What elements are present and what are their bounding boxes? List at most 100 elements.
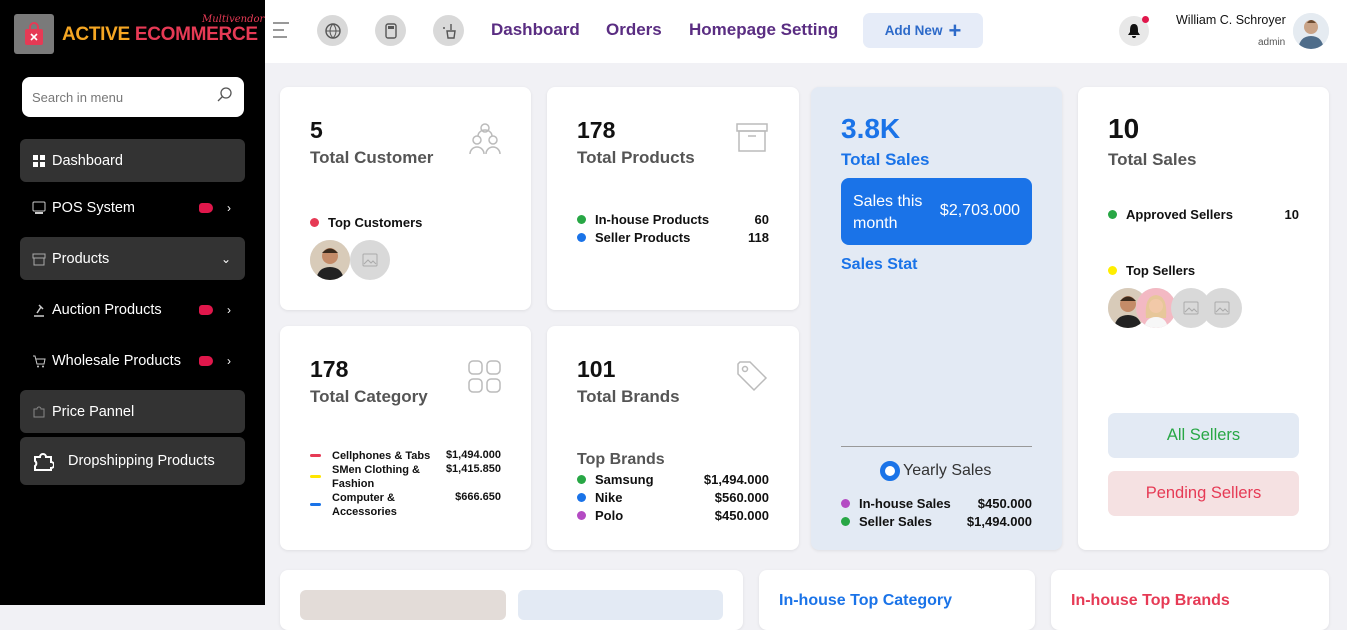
- sidebar-item-pos-system[interactable]: POS System ›: [20, 186, 245, 229]
- list-item-value: $450.000: [977, 496, 1032, 511]
- sales-month-label: Sales this month: [853, 193, 923, 232]
- sidebar-item-label: Dashboard: [52, 152, 123, 169]
- sidebar-item-auction-products[interactable]: Auction Products ›: [20, 288, 245, 331]
- legend-dash: [310, 454, 321, 457]
- sellers-card: 10 Total Sales Approved Sellers 10 Top S…: [1078, 87, 1329, 550]
- list-item-value: 60: [754, 212, 769, 227]
- hamburger-menu-icon[interactable]: [273, 22, 289, 43]
- legend-dash: [310, 503, 321, 506]
- plugin-badge: [199, 202, 213, 213]
- sales-total: 3.8K: [841, 113, 901, 144]
- user-name[interactable]: William C. Schroyer: [1176, 13, 1286, 27]
- pending-sellers-button[interactable]: Pending Sellers: [1108, 471, 1299, 516]
- list-item: In-house Sales: [841, 496, 951, 511]
- list-item: Approved Sellers: [1108, 207, 1233, 222]
- total-sales-card: 3.8K Total Sales Sales this month $2,703…: [811, 87, 1062, 550]
- pos-icon: [32, 201, 46, 215]
- brand-label: Total Brands: [577, 387, 680, 406]
- total-products-card: 178 Total Products In-house Products 60 …: [547, 87, 799, 310]
- sidebar-item-label: Price Pannel: [52, 403, 135, 420]
- cart-icon: [32, 354, 46, 368]
- list-item-value: $1,494.000: [966, 514, 1032, 529]
- sidebar-item-dropshipping-products[interactable]: Dropshipping Products: [20, 437, 245, 485]
- seller-avatar[interactable]: [1136, 288, 1176, 328]
- brand-logo[interactable]: ACTIVE ECOMMERCE Multivendor: [14, 14, 264, 54]
- list-item-value: $666.650: [455, 491, 501, 503]
- sidebar-item-label: POS System: [52, 199, 135, 216]
- list-item: Seller Products: [577, 230, 690, 245]
- list-item: Computer & Accessories: [332, 492, 397, 518]
- list-item-value: 10: [1284, 207, 1299, 222]
- archive-box-icon: [736, 123, 770, 158]
- inhouse-top-brands-card: In-house Top Brands: [1051, 570, 1329, 630]
- list-item: In-house Products: [577, 212, 709, 227]
- clear-cache-icon[interactable]: [433, 15, 464, 46]
- chevron-down-icon[interactable]: ⌄: [221, 252, 231, 266]
- brand-count: 101: [577, 356, 616, 382]
- tab-button[interactable]: [518, 590, 723, 620]
- product-count: 178: [577, 117, 616, 143]
- search-input[interactable]: [32, 89, 202, 105]
- total-category-card: 178 Total Category Cellphones & Tabs $1,…: [280, 326, 531, 550]
- category-count: 178: [310, 356, 349, 382]
- list-item: Nike: [577, 490, 622, 505]
- list-item-value: $1,494.000: [703, 472, 769, 487]
- sales-month-value: $2,703.000: [939, 202, 1020, 219]
- nav-dashboard[interactable]: Dashboard: [491, 20, 580, 40]
- divider: [841, 446, 1032, 447]
- sales-label: Total Sales: [841, 150, 930, 169]
- categories-grid-icon: [468, 360, 502, 399]
- inhouse-top-category-card: In-house Top Category: [759, 570, 1035, 630]
- puzzle-icon: [32, 450, 54, 472]
- card-title: In-house Top Category: [779, 592, 953, 609]
- category-label: Total Category: [310, 387, 428, 406]
- list-item: SMen Clothing & Fashion: [332, 464, 420, 490]
- grid-icon: [32, 154, 46, 168]
- avatar[interactable]: [1293, 13, 1329, 49]
- box-icon: [32, 252, 46, 266]
- customer-label: Total Customer: [310, 148, 434, 167]
- brand-name: ACTIVE ECOMMERCE: [62, 24, 258, 45]
- sidebar-item-wholesale-products[interactable]: Wholesale Products ›: [20, 339, 245, 382]
- product-label: Total Products: [577, 148, 695, 167]
- customer-avatar[interactable]: [310, 240, 350, 280]
- total-brands-card: 101 Total Brands Top Brands Samsung $1,4…: [547, 326, 799, 550]
- chevron-right-icon[interactable]: ›: [227, 354, 231, 368]
- shop-bag-icon: [14, 14, 54, 54]
- sidebar-item-products[interactable]: Products ⌄: [20, 237, 245, 280]
- sidebar-item-label: Wholesale Products: [52, 352, 181, 369]
- search-icon[interactable]: [216, 86, 234, 109]
- menu-search[interactable]: [22, 77, 244, 117]
- placeholder-image-icon[interactable]: [1202, 288, 1242, 328]
- pos-terminal-icon[interactable]: [375, 15, 406, 46]
- list-item-value: $1,415.850: [445, 463, 501, 475]
- list-item: Samsung: [577, 472, 654, 487]
- chevron-right-icon[interactable]: ›: [227, 201, 231, 215]
- chevron-right-icon[interactable]: ›: [227, 303, 231, 317]
- list-item-value: $560.000: [714, 490, 769, 505]
- nav-orders[interactable]: Orders: [606, 20, 662, 40]
- list-item: Seller Sales: [841, 514, 932, 529]
- card-title: In-house Top Brands: [1071, 592, 1230, 609]
- all-sellers-button[interactable]: All Sellers: [1108, 413, 1299, 458]
- add-new-button[interactable]: Add New +: [863, 13, 983, 48]
- legend-dash: [310, 475, 321, 478]
- bottom-tabs-card: [280, 570, 743, 630]
- tab-button[interactable]: [300, 590, 506, 620]
- sales-stat-heading: Sales Stat: [841, 256, 918, 273]
- notification-bell-icon[interactable]: [1119, 16, 1149, 46]
- placeholder-image-icon[interactable]: [350, 240, 390, 280]
- plus-icon: +: [948, 17, 962, 43]
- list-item: Polo: [577, 508, 623, 523]
- gavel-icon: [32, 303, 46, 317]
- sellers-count: 10: [1108, 113, 1140, 144]
- yearly-sales-radio[interactable]: Yearly Sales: [880, 461, 991, 481]
- users-icon: [468, 121, 502, 160]
- sellers-label: Total Sales: [1108, 150, 1197, 169]
- top-sellers-heading: Top Sellers: [1108, 263, 1195, 278]
- nav-homepage-setting[interactable]: Homepage Setting: [689, 20, 838, 40]
- globe-icon[interactable]: [317, 15, 348, 46]
- sidebar-item-price-pannel[interactable]: Price Pannel: [20, 390, 245, 433]
- top-customers-heading: Top Customers: [310, 215, 422, 230]
- sidebar-item-dashboard[interactable]: Dashboard: [20, 139, 245, 182]
